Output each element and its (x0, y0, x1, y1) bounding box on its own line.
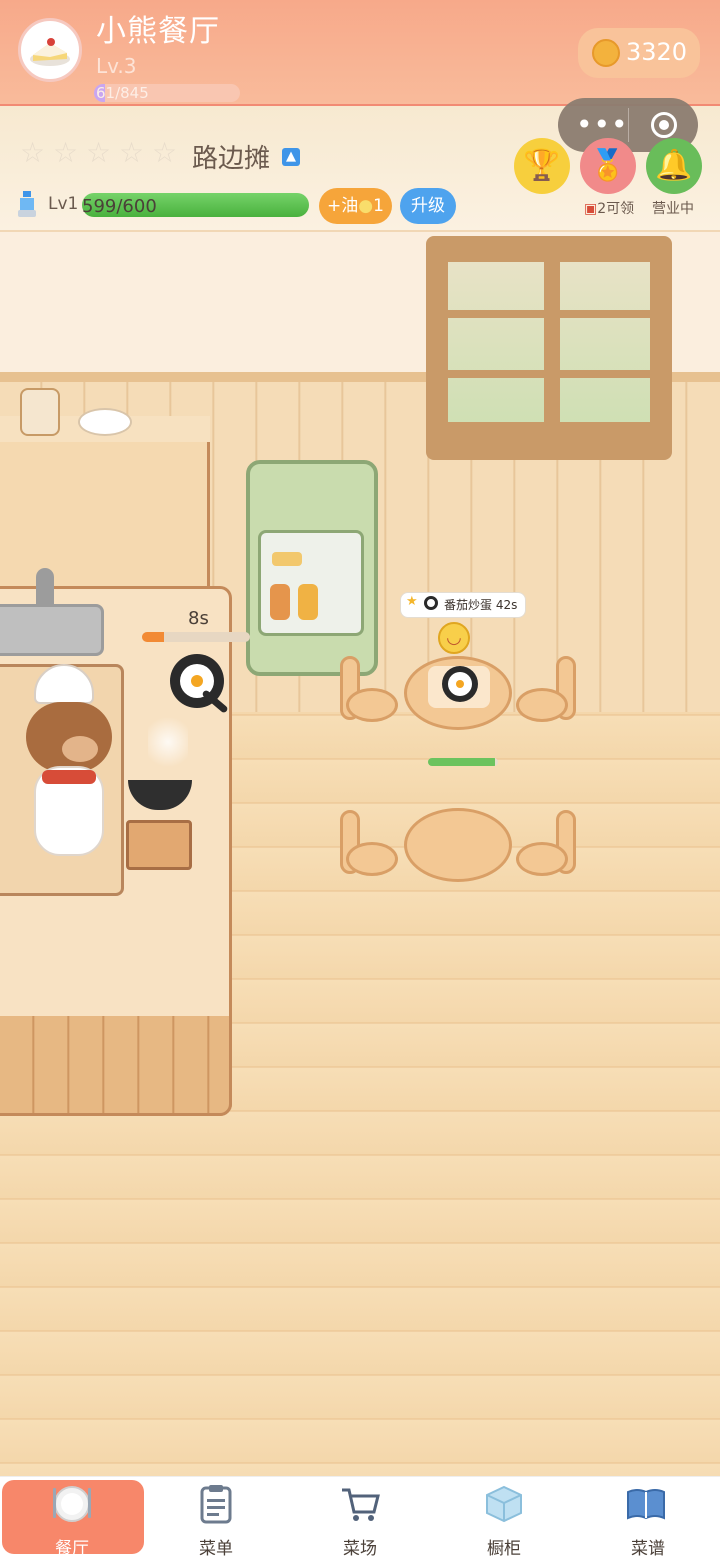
stove[interactable] (126, 820, 192, 870)
star-icon: ★ (406, 594, 418, 609)
fried-egg-icon (424, 596, 438, 610)
upgrade-button[interactable]: 升级 (400, 188, 456, 224)
rating-star-4: ☆ (119, 136, 145, 169)
egg-yolk (191, 675, 203, 687)
bell-icon: 🔔 (655, 148, 693, 183)
arrow-up-icon[interactable]: ▲ (282, 148, 300, 166)
target-icon-dot (659, 120, 669, 130)
rating-star-3: ☆ (86, 136, 112, 169)
oil-value: 599/600 (82, 196, 157, 217)
chair-seat[interactable] (516, 842, 568, 876)
chef-bear-head[interactable] (26, 702, 112, 772)
counter-front (0, 1016, 232, 1116)
steam (148, 712, 188, 772)
cookie-jar[interactable] (20, 388, 60, 436)
window (426, 236, 672, 460)
cook-progress-fill (142, 632, 164, 642)
window-pane-right (560, 262, 650, 422)
open-status-label: 营业中 (652, 201, 694, 217)
player-level: Lv.3 (96, 54, 137, 78)
order-text: 番茄炒蛋 42s (444, 596, 517, 613)
chair-seat[interactable] (346, 688, 398, 722)
sauce-jar (298, 584, 318, 620)
tab-market[interactable]: 菜场 (288, 1534, 432, 1559)
tab-recipes[interactable]: 菜谱 (576, 1534, 720, 1559)
chair-seat[interactable] (346, 842, 398, 876)
cook-timer-label: 8s (188, 608, 209, 629)
cook-progress-bar (142, 632, 250, 642)
red-scarf (42, 770, 96, 784)
rating-star-1: ☆ (20, 136, 46, 169)
customer-patience-bar (428, 758, 498, 766)
tab-cabinet[interactable]: 橱柜 (432, 1534, 576, 1559)
sauce-jar (270, 584, 290, 620)
shop-name[interactable]: 路边摊 (192, 138, 270, 175)
egg-yolk (456, 680, 464, 688)
window-mullion (448, 310, 650, 318)
restaurant-scene: 8s ★ 番茄炒蛋 42s ◡ (0, 232, 720, 1476)
clipboard-icon[interactable] (196, 1484, 236, 1524)
cart-icon[interactable] (340, 1484, 380, 1524)
tab-restaurant[interactable]: 餐厅 (0, 1534, 144, 1559)
medal-icon: 🏅 (589, 148, 627, 183)
restaurant-avatar[interactable] (18, 18, 82, 82)
oil-bottle-icon (18, 191, 36, 217)
book-icon[interactable] (626, 1484, 666, 1524)
fridge-door (258, 530, 364, 636)
oil-level: Lv1 (48, 194, 79, 214)
window-pane-left (448, 262, 544, 422)
rating-star-2: ☆ (53, 136, 79, 169)
pastry-plate[interactable] (78, 408, 132, 436)
coin-icon: ● (358, 196, 374, 216)
restaurant-title: 小熊餐厅 (96, 14, 220, 49)
order-dish: 番茄炒蛋 (444, 598, 493, 612)
window-mullion (448, 370, 650, 378)
sink[interactable] (0, 604, 104, 656)
add-oil-cost: 1 (373, 196, 384, 216)
gift-icon: ▣ (584, 201, 598, 217)
capsule-divider (628, 108, 629, 142)
tab-menu[interactable]: 菜单 (144, 1534, 288, 1559)
ice-cube-icon[interactable] (484, 1484, 524, 1524)
fridge-item (272, 552, 302, 566)
fried-egg-icon (442, 666, 478, 702)
plate-icon[interactable] (52, 1484, 92, 1524)
add-oil-label: +油 (327, 196, 359, 216)
more-dots-icon[interactable]: ••• (576, 108, 629, 141)
reward-label: ▣2可领 (584, 201, 635, 217)
trophy-icon: 🏆 (523, 148, 561, 183)
dining-table[interactable] (404, 808, 512, 882)
xp-text: 61/845 (96, 84, 149, 102)
customer-patience-fill (428, 758, 495, 766)
happy-face-icon[interactable]: ◡ (438, 622, 470, 654)
add-oil-button[interactable]: +油●1 (319, 188, 392, 224)
chair-seat[interactable] (516, 688, 568, 722)
coin-icon (592, 39, 620, 67)
bear-muzzle (62, 736, 98, 762)
cake-icon (30, 38, 70, 66)
rating-star-5: ☆ (152, 136, 178, 169)
order-time-left: 42s (495, 598, 518, 612)
coin-value: 3320 (626, 38, 688, 66)
